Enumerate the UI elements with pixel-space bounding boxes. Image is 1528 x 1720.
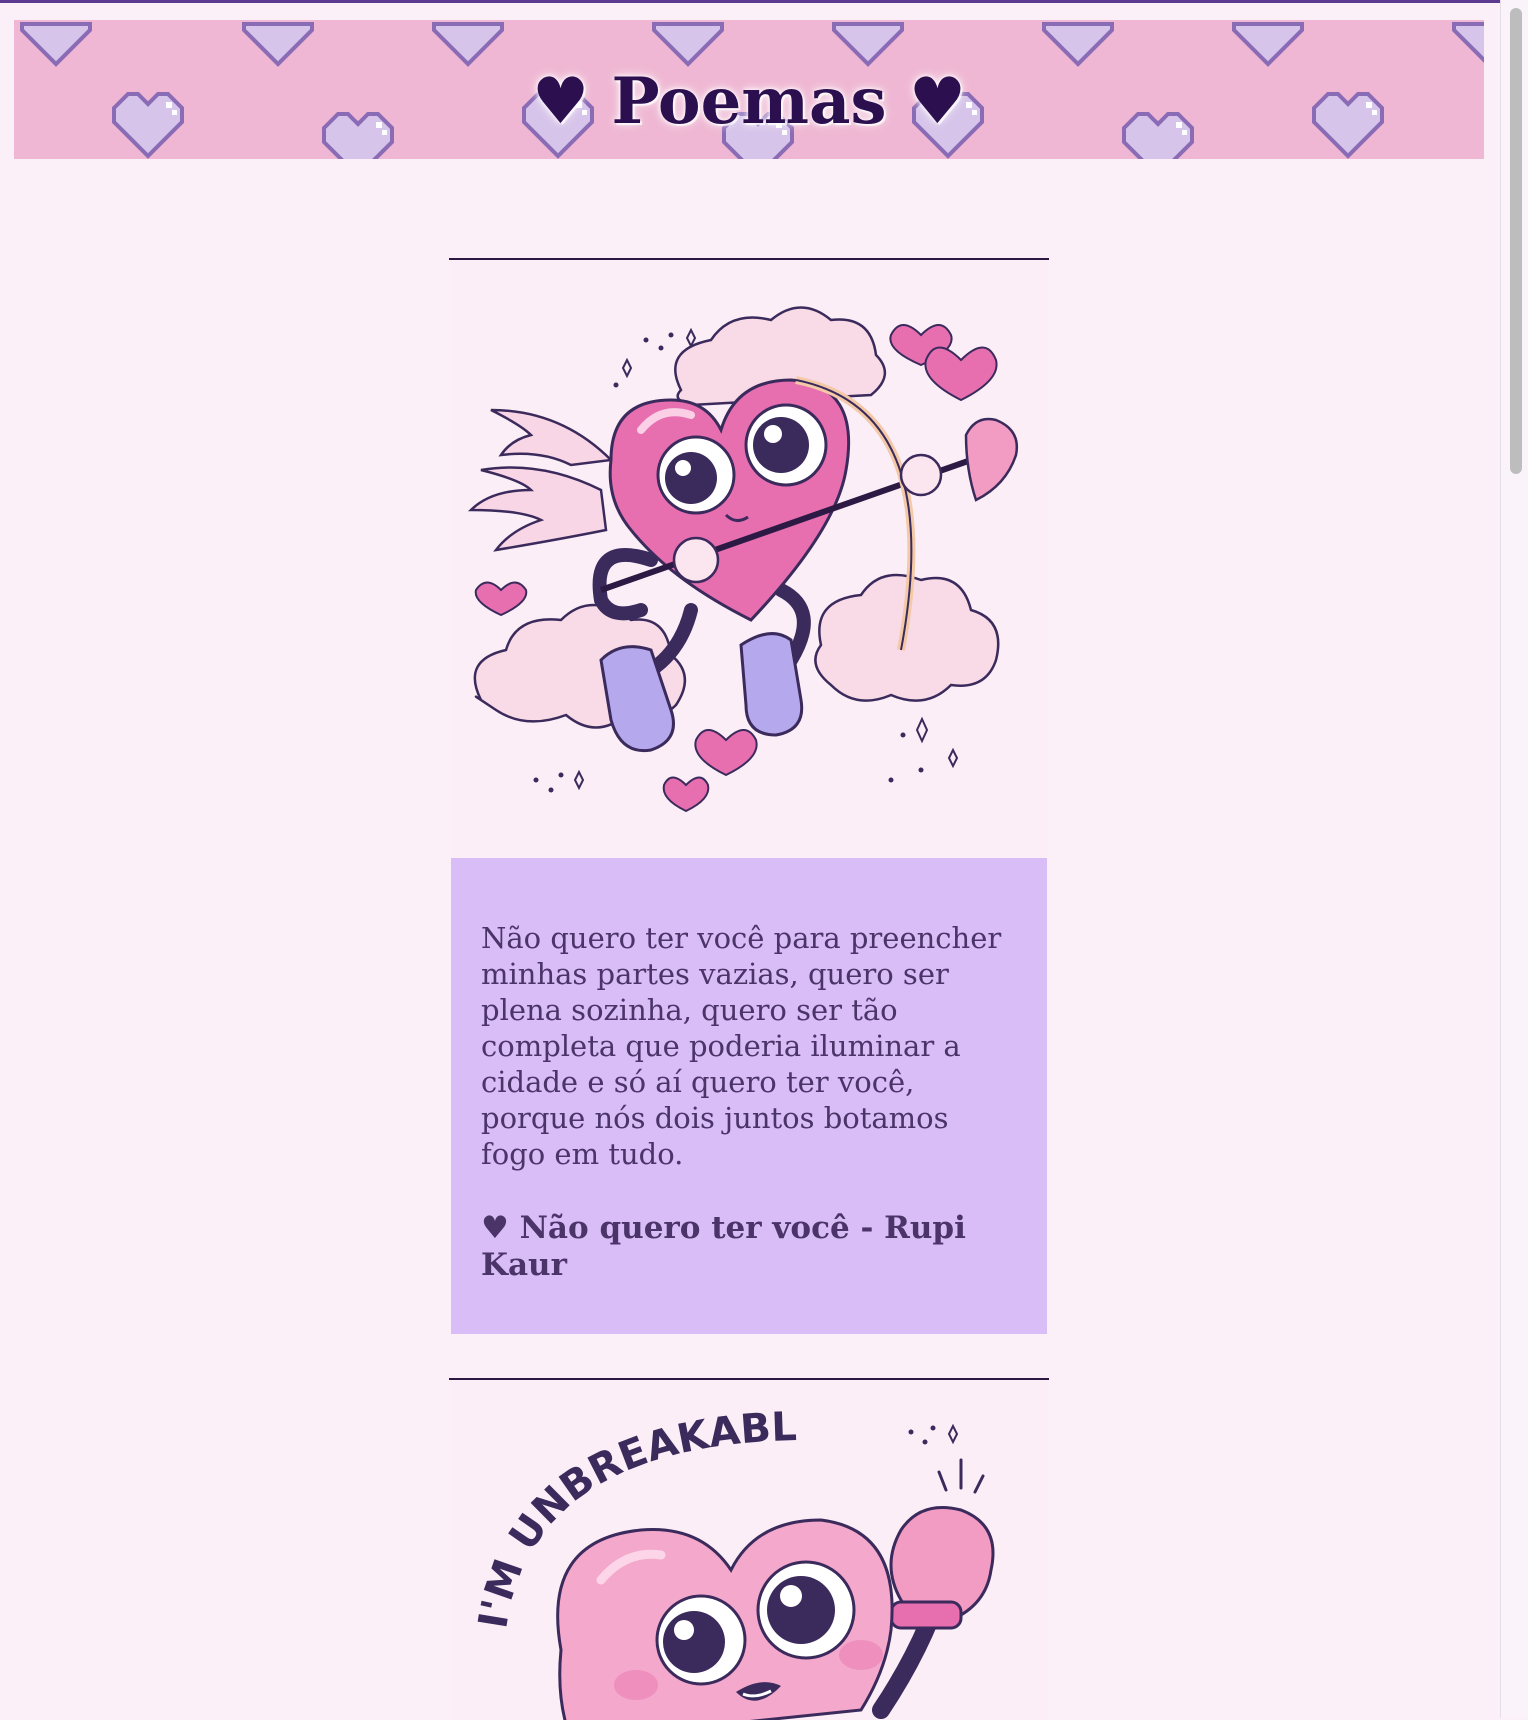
cupid-heart-illustration [451,260,1047,858]
top-border [0,0,1528,3]
boxing-heart-illustration: I'M UNBREAKABLE! [451,1380,1047,1720]
scrollbar-thumb[interactable] [1510,8,1522,474]
poem-box: Não quero ter você para preencher minhas… [451,858,1047,1334]
poem-post: Não quero ter você para preencher minhas… [449,258,1049,1334]
poem-post: I'M UNBREAKABLE! [449,1378,1049,1720]
poem-text: Não quero ter você para preencher minhas… [481,921,1002,1171]
page-title: ♥ Poemas ♥ [531,64,967,139]
vertical-scrollbar[interactable] [1500,0,1528,1718]
page-banner: ♥ Poemas ♥ [14,20,1484,159]
poem-source: ♥ Não quero ter você - Rupi Kaur [481,1210,966,1283]
